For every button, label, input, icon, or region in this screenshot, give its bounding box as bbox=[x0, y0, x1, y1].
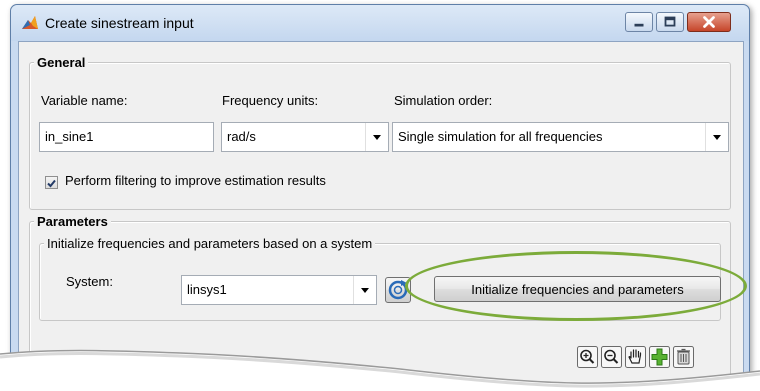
variable-name-input[interactable]: in_sine1 bbox=[39, 122, 214, 152]
pan-button[interactable] bbox=[625, 346, 646, 368]
filtering-label: Perform filtering to improve estimation … bbox=[65, 173, 326, 188]
chevron-down-icon bbox=[353, 276, 369, 304]
zoom-in-icon bbox=[577, 346, 598, 368]
system-value: linsys1 bbox=[187, 282, 227, 297]
system-label: System: bbox=[66, 274, 113, 289]
maximize-icon bbox=[664, 16, 676, 27]
refresh-icon bbox=[388, 280, 408, 300]
add-icon bbox=[649, 346, 670, 368]
simulation-order-value: Single simulation for all frequencies bbox=[398, 129, 603, 144]
simulation-order-label: Simulation order: bbox=[394, 93, 493, 108]
simulation-order-dropdown[interactable]: Single simulation for all frequencies bbox=[392, 122, 729, 152]
chevron-down-icon bbox=[365, 123, 381, 151]
system-dropdown[interactable]: linsys1 bbox=[181, 275, 377, 305]
zoom-out-icon bbox=[601, 346, 622, 368]
add-button[interactable] bbox=[649, 346, 670, 368]
maximize-button[interactable] bbox=[656, 12, 684, 32]
minimize-icon bbox=[634, 23, 644, 27]
matlab-logo-icon bbox=[22, 16, 38, 29]
variable-name-label: Variable name: bbox=[41, 93, 128, 108]
create-sinestream-input-window: Create sinestream input General Variable… bbox=[10, 4, 750, 391]
minimize-button[interactable] bbox=[625, 12, 653, 32]
window-title: Create sinestream input bbox=[45, 15, 194, 31]
delete-button[interactable] bbox=[673, 346, 694, 368]
frequency-units-dropdown[interactable]: rad/s bbox=[221, 122, 389, 152]
general-group-title: General bbox=[34, 55, 89, 70]
close-button[interactable] bbox=[687, 12, 731, 32]
initialize-frequencies-button[interactable]: Initialize frequencies and parameters bbox=[434, 276, 721, 302]
refresh-button[interactable] bbox=[385, 277, 411, 303]
zoom-in-button[interactable] bbox=[577, 346, 598, 368]
initialize-group-title: Initialize frequencies and parameters ba… bbox=[44, 236, 376, 251]
screenshot-stage: Create sinestream input General Variable… bbox=[0, 0, 760, 391]
frequency-units-label: Frequency units: bbox=[222, 93, 319, 108]
checkmark-icon bbox=[47, 179, 56, 188]
title-bar[interactable]: Create sinestream input bbox=[11, 5, 749, 41]
close-icon bbox=[703, 16, 715, 28]
pan-hand-icon bbox=[625, 346, 646, 368]
frequency-units-value: rad/s bbox=[227, 129, 256, 144]
dialog-body: General Variable name: in_sine1 Frequenc… bbox=[18, 41, 744, 391]
chevron-down-icon bbox=[705, 123, 721, 151]
parameters-group-title: Parameters bbox=[34, 214, 111, 229]
filtering-checkbox[interactable] bbox=[45, 176, 58, 189]
zoom-out-button[interactable] bbox=[601, 346, 622, 368]
delete-icon bbox=[673, 346, 694, 368]
